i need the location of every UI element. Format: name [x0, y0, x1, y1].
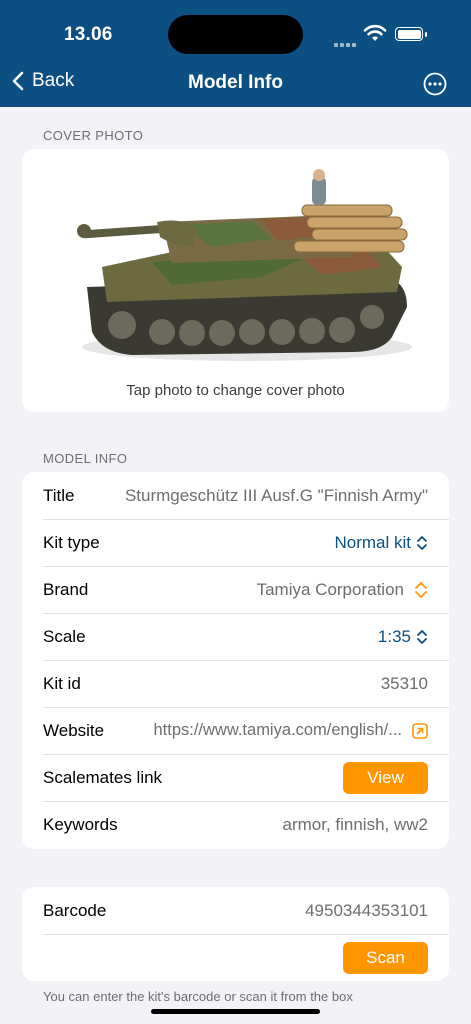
kit-type-label: Kit type: [43, 532, 100, 552]
website-row[interactable]: Website https://www.tamiya.com/english/.…: [43, 707, 449, 754]
scan-row: Scan: [43, 934, 449, 981]
model-info-card: Title Sturmgeschütz III Ausf.G "Finnish …: [22, 472, 449, 849]
keywords-value[interactable]: armor, finnish, ww2: [283, 815, 450, 835]
view-scalemates-button[interactable]: View: [343, 761, 428, 794]
navigation-bar: 13.06 Back Model Info: [0, 0, 471, 107]
barcode-footnote: You can enter the kit's barcode or scan …: [43, 989, 353, 1004]
barcode-value[interactable]: 4950344353101: [305, 901, 449, 921]
title-label: Title: [43, 485, 75, 505]
cover-photo-section-label: COVER PHOTO: [43, 128, 144, 143]
kit-id-label: Kit id: [43, 673, 81, 693]
cover-photo-card[interactable]: Tap photo to change cover photo: [22, 149, 449, 412]
barcode-label: Barcode: [43, 900, 107, 920]
website-value[interactable]: https://www.tamiya.com/english/...: [153, 721, 402, 740]
kit-id-row[interactable]: Kit id 35310: [43, 660, 449, 707]
brand-picker[interactable]: Tamiya Corporation: [257, 580, 449, 600]
brand-value: Tamiya Corporation: [256, 579, 404, 599]
kit-id-value[interactable]: 35310: [381, 674, 449, 694]
cellular-signal-icon: [334, 34, 358, 52]
scale-row[interactable]: Scale 1:35: [43, 613, 449, 660]
scale-label: Scale: [43, 626, 86, 646]
brand-row[interactable]: Brand Tamiya Corporation: [43, 566, 449, 613]
scale-picker[interactable]: 1:35: [378, 627, 449, 647]
chevron-up-down-icon: [415, 581, 427, 598]
kit-type-value: Normal kit: [334, 532, 411, 552]
kit-type-picker[interactable]: Normal kit: [334, 533, 449, 553]
scalemates-label: Scalemates link: [43, 767, 163, 787]
title-row[interactable]: Title Sturmgeschütz III Ausf.G "Finnish …: [43, 472, 449, 519]
model-info-section-label: MODEL INFO: [43, 451, 128, 466]
barcode-card: Barcode 4950344353101 Scan: [22, 887, 449, 981]
brand-label: Brand: [43, 579, 89, 599]
home-indicator: [151, 1009, 320, 1014]
website-label: Website: [43, 720, 105, 740]
scale-value: 1:35: [377, 626, 411, 646]
kit-type-row[interactable]: Kit type Normal kit: [43, 519, 449, 566]
barcode-row[interactable]: Barcode 4950344353101: [43, 887, 449, 934]
chevron-up-down-icon: [417, 535, 427, 550]
keywords-row[interactable]: Keywords armor, finnish, ww2: [43, 801, 449, 848]
status-time: 13.06: [64, 24, 113, 45]
tank-cover-photo[interactable]: [62, 167, 412, 377]
title-value[interactable]: Sturmgeschütz III Ausf.G "Finnish Army": [125, 486, 449, 506]
battery-icon: [395, 27, 427, 41]
cover-photo-hint: Tap photo to change cover photo: [126, 382, 345, 399]
scan-barcode-button[interactable]: Scan: [343, 941, 428, 974]
dynamic-island: [168, 15, 303, 54]
wifi-icon: [363, 24, 387, 41]
chevron-up-down-icon: [417, 629, 427, 644]
scalemates-row: Scalemates link View: [43, 754, 449, 801]
website-field[interactable]: https://www.tamiya.com/english/...: [153, 721, 449, 740]
more-options-icon[interactable]: [423, 72, 447, 96]
keywords-label: Keywords: [43, 814, 118, 834]
page-title: Model Info: [188, 72, 283, 93]
open-external-link-icon[interactable]: [412, 722, 428, 739]
